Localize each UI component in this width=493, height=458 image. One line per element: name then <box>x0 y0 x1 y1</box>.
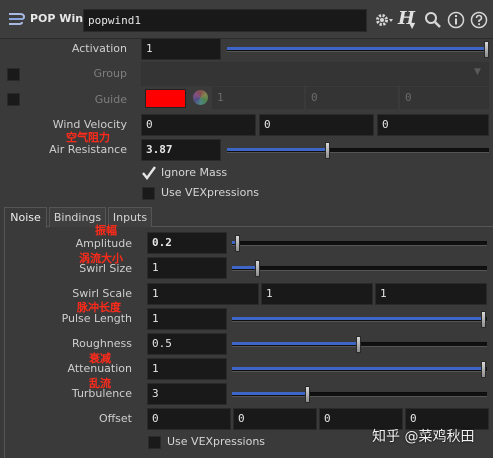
attenuation-slider[interactable] <box>232 358 487 380</box>
group-label: Group <box>93 67 128 80</box>
swirl-size-field[interactable]: 1 <box>147 257 227 279</box>
guide-r-field[interactable]: 1 <box>212 87 304 109</box>
pulse-length-field[interactable]: 1 <box>147 308 227 330</box>
chevron-down-icon[interactable]: ▼ <box>474 67 481 77</box>
roughness-field[interactable]: 0.5 <box>147 333 227 355</box>
use-vex-top-checkbox[interactable] <box>142 187 155 200</box>
guide-g-field[interactable]: 0 <box>306 87 398 109</box>
wind-velocity-y-field[interactable]: 0 <box>259 114 374 136</box>
help-icon[interactable] <box>470 11 488 29</box>
activation-slider[interactable] <box>227 38 489 60</box>
info-icon[interactable] <box>447 11 465 29</box>
wind-velocity-z-field[interactable]: 0 <box>377 114 489 136</box>
use-vex-checkbox[interactable] <box>148 436 161 449</box>
guide-toggle-checkbox[interactable] <box>7 93 20 106</box>
group-field[interactable] <box>141 62 489 86</box>
amplitude-slider[interactable] <box>232 232 487 254</box>
swirl-scale-z-field[interactable]: 1 <box>375 283 487 305</box>
houdini-help-icon[interactable]: H ▼ <box>398 8 420 30</box>
swirl-scale-y-field[interactable]: 1 <box>261 283 373 305</box>
wind-velocity-x-field[interactable]: 0 <box>141 114 256 136</box>
swirl-size-label: Swirl Size <box>79 262 132 275</box>
offset-label: Offset <box>98 412 132 425</box>
color-wheel-icon[interactable] <box>193 90 208 105</box>
amplitude-annotation: 振幅 <box>95 224 117 237</box>
tab-noise[interactable]: Noise <box>4 207 47 228</box>
roughness-slider[interactable] <box>232 333 487 355</box>
guide-color-swatch[interactable] <box>145 89 186 108</box>
offset-x-field[interactable]: 0 <box>147 408 231 430</box>
attenuation-field[interactable]: 1 <box>147 358 227 380</box>
turbulence-field[interactable]: 3 <box>147 383 227 405</box>
pulse-length-slider[interactable] <box>232 308 487 330</box>
guide-label: Guide <box>94 93 127 106</box>
turbulence-slider[interactable] <box>232 383 487 405</box>
amplitude-label: Amplitude <box>75 237 132 250</box>
gear-icon[interactable] <box>374 11 394 29</box>
swirl-size-slider[interactable] <box>232 257 487 279</box>
search-icon[interactable] <box>424 11 442 29</box>
activation-field[interactable]: 1 <box>141 38 221 60</box>
node-name-field[interactable]: popwind1 <box>83 9 367 32</box>
attenuation-label: Attenuation <box>67 362 132 375</box>
node-type-label: POP Wind <box>30 12 91 25</box>
watermark: 知乎 @菜鸡秋田 <box>372 429 475 445</box>
use-vex-top-label: Use VEXpressions <box>161 186 260 199</box>
ignore-mass-label: Ignore Mass <box>161 166 228 179</box>
offset-y-field[interactable]: 0 <box>233 408 317 430</box>
amplitude-field[interactable]: 0.2 <box>147 232 227 254</box>
guide-b-field[interactable]: 0 <box>400 87 489 109</box>
air-resistance-field[interactable]: 3.87 <box>141 139 221 161</box>
air-resistance-slider[interactable] <box>227 139 489 161</box>
swirl-scale-x-field[interactable]: 1 <box>147 283 259 305</box>
turbulence-label: Turbulence <box>71 387 132 400</box>
air-resistance-label: Air Resistance <box>49 143 127 156</box>
node-type-icon <box>7 10 27 28</box>
group-toggle-checkbox[interactable] <box>7 68 20 81</box>
pulse-length-label: Pulse Length <box>61 312 132 325</box>
use-vex-label: Use VEXpressions <box>167 435 266 448</box>
roughness-label: Roughness <box>71 337 132 350</box>
activation-label: Activation <box>71 42 127 55</box>
ignore-mass-checkbox[interactable] <box>142 166 156 180</box>
